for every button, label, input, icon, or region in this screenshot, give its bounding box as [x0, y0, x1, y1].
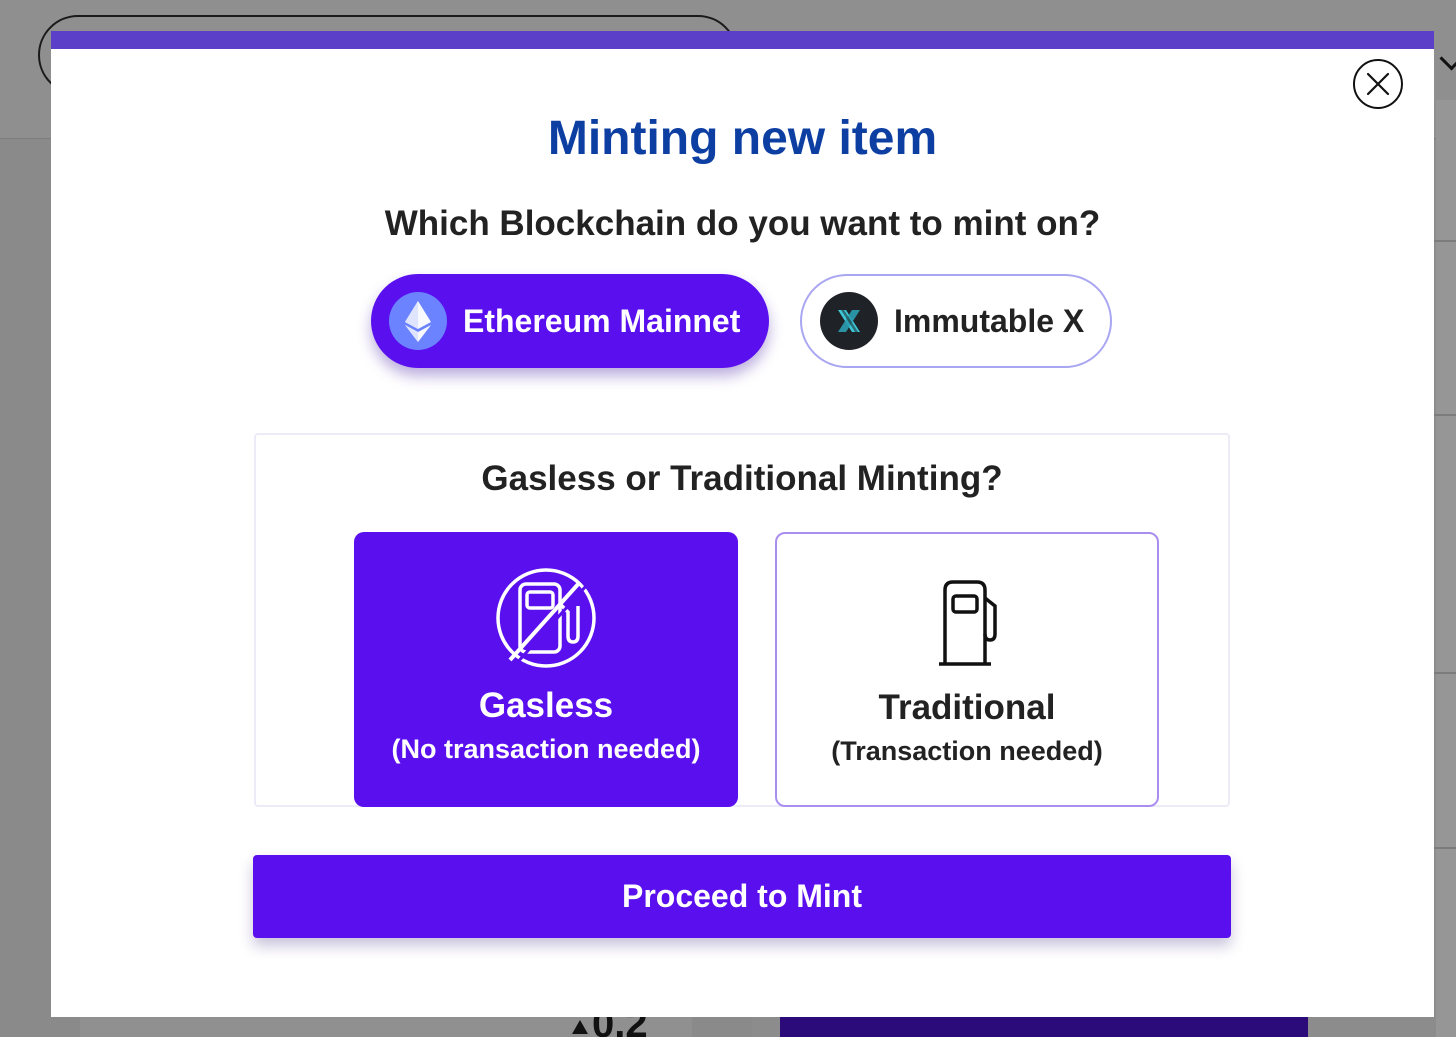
immutable-x-button[interactable]: Immutable X — [800, 274, 1112, 368]
traditional-option[interactable]: Traditional (Transaction needed) — [775, 532, 1159, 807]
proceed-to-mint-button[interactable]: Proceed to Mint — [253, 855, 1231, 938]
immutable-x-label: Immutable X — [894, 302, 1085, 339]
no-gas-pump-icon — [496, 568, 596, 668]
background-divider — [1434, 672, 1456, 674]
background-buy-button — [780, 1016, 1308, 1037]
gasless-option[interactable]: Gasless (No transaction needed) — [354, 532, 738, 807]
traditional-title: Traditional — [878, 688, 1056, 727]
background-divider — [1434, 414, 1456, 416]
close-button[interactable] — [1353, 59, 1403, 109]
gasless-subtitle: (No transaction needed) — [391, 734, 701, 764]
minting-type-panel: Gasless or Traditional Minting? Gasless … — [254, 433, 1230, 807]
ethereum-mini-icon — [572, 1019, 588, 1034]
ethereum-mainnet-button[interactable]: Ethereum Mainnet — [371, 274, 769, 368]
close-icon — [1366, 72, 1390, 96]
gasless-title: Gasless — [478, 686, 614, 725]
minting-type-question: Gasless or Traditional Minting? — [481, 459, 1003, 498]
minting-modal: Minting new item Which Blockchain do you… — [51, 31, 1434, 1017]
ethereum-mainnet-label: Ethereum Mainnet — [463, 302, 741, 339]
ethereum-icon — [389, 292, 447, 350]
gas-pump-icon — [939, 580, 997, 666]
modal-top-bar — [51, 31, 1434, 49]
immutable-x-icon — [820, 292, 878, 350]
modal-title: Minting new item — [547, 112, 938, 165]
background-divider — [1434, 847, 1456, 849]
traditional-subtitle: (Transaction needed) — [831, 736, 1103, 766]
background-divider — [1434, 240, 1456, 242]
blockchain-question: Which Blockchain do you want to mint on? — [384, 204, 1101, 243]
